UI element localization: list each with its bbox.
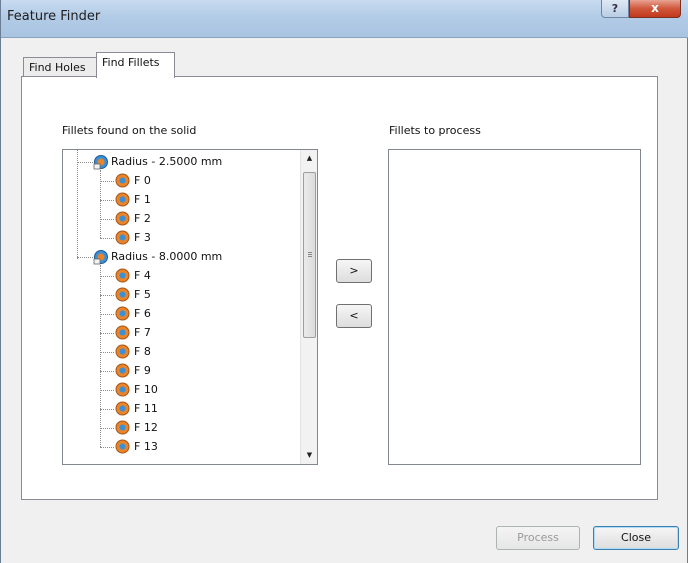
scroll-up-icon[interactable]: ▲ <box>301 150 317 167</box>
tree-item-label: F 7 <box>134 326 151 339</box>
tree-item-label: F 11 <box>134 402 158 415</box>
tree-item[interactable]: F 13 <box>63 437 299 456</box>
tree-group-label: Radius - 8.0000 mm <box>111 250 223 263</box>
tree-item[interactable]: F 9 <box>63 361 299 380</box>
tree-item[interactable]: F 7 <box>63 323 299 342</box>
tree-item-label: F 4 <box>134 269 151 282</box>
process-button[interactable]: Process <box>496 526 580 550</box>
help-button[interactable]: ? <box>601 0 629 18</box>
scroll-down-icon[interactable]: ▼ <box>301 447 317 464</box>
tree-item[interactable]: F 12 <box>63 418 299 437</box>
tree-group-label: Radius - 2.5000 mm <box>111 155 223 168</box>
tree-item[interactable]: F 10 <box>63 380 299 399</box>
tree-item[interactable]: F 1 <box>63 190 299 209</box>
close-icon: x <box>651 1 659 15</box>
scroll-thumb[interactable] <box>303 172 316 338</box>
find-fillets-panel: Fillets found on the solid Radius - 2.50… <box>21 76 658 500</box>
tree-item-label: F 3 <box>134 231 151 244</box>
tree-item[interactable]: F 5 <box>63 285 299 304</box>
vertical-scrollbar[interactable]: ▲ ▼ <box>300 150 317 464</box>
title-bar[interactable]: Feature Finder ? x <box>1 0 688 38</box>
tree-item-label: F 12 <box>134 421 158 434</box>
tree-item[interactable]: F 0 <box>63 171 299 190</box>
tree-item[interactable]: F 3 <box>63 228 299 247</box>
tree-item-label: F 9 <box>134 364 151 377</box>
tree-item-label: F 1 <box>134 193 151 206</box>
fillet-item-icon <box>114 438 131 461</box>
tree-item[interactable]: F 2 <box>63 209 299 228</box>
tree-group[interactable]: Radius - 8.0000 mm <box>63 247 299 266</box>
tree-item-label: F 6 <box>134 307 151 320</box>
tree-item-label: F 5 <box>134 288 151 301</box>
add-to-process-button[interactable]: > <box>336 259 372 283</box>
tree-item-label: F 8 <box>134 345 151 358</box>
fillets-to-process-list[interactable] <box>388 149 641 465</box>
tree-item[interactable]: F 4 <box>63 266 299 285</box>
window-title: Feature Finder <box>7 9 101 24</box>
tree-item[interactable]: F 11 <box>63 399 299 418</box>
feature-finder-window: Feature Finder ? x Find Holes Find Fille… <box>0 0 688 563</box>
tree-item-label: F 10 <box>134 383 158 396</box>
fillets-to-process-label: Fillets to process <box>389 124 481 137</box>
tree-item-label: F 0 <box>134 174 151 187</box>
help-icon: ? <box>611 2 619 15</box>
tree-content: Radius - 2.5000 mm F 0 F 1 F 2 F 3 Radius - 8… <box>63 150 315 464</box>
tree-item-label: F 2 <box>134 212 151 225</box>
tree-item-label: F 13 <box>134 440 158 453</box>
remove-from-process-button[interactable]: < <box>336 304 372 328</box>
window-close-button[interactable]: x <box>629 0 681 18</box>
tree-item[interactable]: F 6 <box>63 304 299 323</box>
tree-item[interactable]: F 8 <box>63 342 299 361</box>
tab-find-fillets[interactable]: Find Fillets <box>96 52 175 78</box>
fillets-found-tree[interactable]: Radius - 2.5000 mm F 0 F 1 F 2 F 3 Radius - 8… <box>62 149 318 465</box>
fillets-found-label: Fillets found on the solid <box>62 124 197 137</box>
tree-group[interactable]: Radius - 2.5000 mm <box>63 152 299 171</box>
close-button[interactable]: Close <box>593 526 679 550</box>
